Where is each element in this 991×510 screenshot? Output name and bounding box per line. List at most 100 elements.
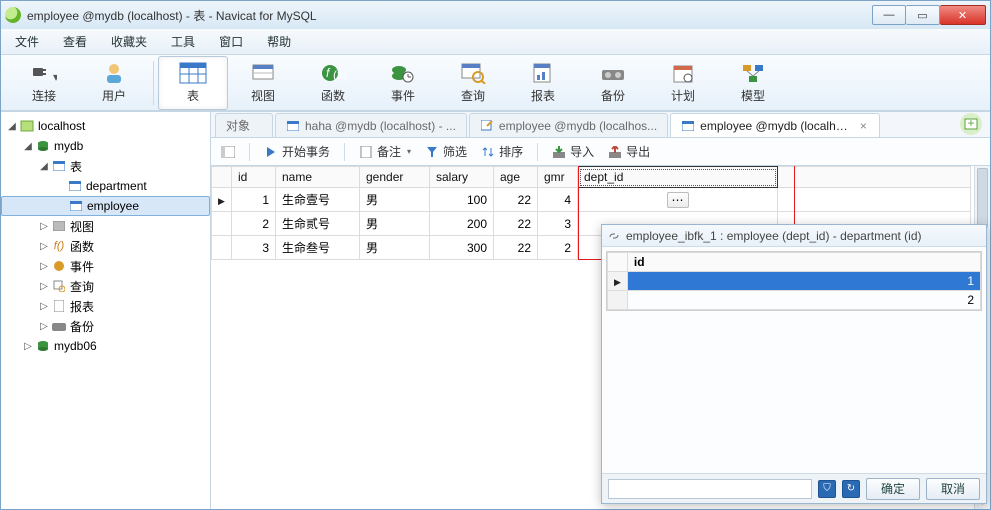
tree-tables[interactable]: ◢表 (1, 156, 210, 176)
cell-name[interactable]: 生命壹号 (276, 188, 360, 212)
memo-button[interactable]: 备注▾ (359, 143, 411, 160)
popup-ok-button[interactable]: 确定 (866, 478, 920, 500)
menu-view[interactable]: 查看 (51, 29, 99, 54)
tool-schedule[interactable]: 计划 (648, 56, 718, 110)
popup-refresh-icon[interactable]: ↻ (842, 480, 860, 498)
func-icon: f() (51, 239, 67, 253)
tool-func[interactable]: f(x) 函数 (298, 56, 368, 110)
cell-id[interactable]: 2 (232, 212, 276, 236)
tool-event[interactable]: 事件 (368, 56, 438, 110)
tree-table-department[interactable]: department (1, 176, 210, 196)
filter-button[interactable]: 筛选 (425, 143, 467, 160)
cell-salary[interactable]: 200 (430, 212, 494, 236)
sort-button[interactable]: 排序 (481, 143, 523, 160)
tree-events[interactable]: ▷事件 (1, 256, 210, 276)
popup-table[interactable]: id 1 2 (606, 251, 982, 311)
tree-table-employee[interactable]: employee (1, 196, 210, 216)
popup-title: employee_ibfk_1 : employee (dept_id) - d… (626, 229, 922, 243)
tree-host[interactable]: ◢localhost (1, 116, 210, 136)
tool-report[interactable]: 报表 (508, 56, 578, 110)
tree-funcs[interactable]: ▷f()函数 (1, 236, 210, 256)
popup-row[interactable]: 2 (608, 291, 981, 310)
cell-age[interactable]: 22 (494, 236, 538, 260)
tool-view[interactable]: 视图 (228, 56, 298, 110)
tool-user[interactable]: 用户 (79, 56, 149, 110)
popup-row[interactable]: 1 (608, 272, 981, 291)
database-icon (35, 339, 51, 353)
cell-age[interactable]: 22 (494, 212, 538, 236)
tab-employee-1[interactable]: employee @mydb (localhos... (469, 113, 668, 137)
svg-text:▾: ▾ (53, 70, 57, 84)
cell-dept-id[interactable]: ⋯ (578, 188, 778, 212)
cell-salary[interactable]: 300 (430, 236, 494, 260)
tool-connect[interactable]: ▾ 连接 (9, 56, 79, 110)
tree-backups[interactable]: ▷备份 (1, 316, 210, 336)
popup-col-id[interactable]: id (627, 253, 980, 272)
minimize-button[interactable]: — (872, 5, 906, 25)
tree-reports-label: 报表 (70, 298, 94, 315)
menu-fav[interactable]: 收藏夹 (99, 29, 159, 54)
model-icon (739, 61, 767, 85)
cell-name[interactable]: 生命贰号 (276, 212, 360, 236)
tool-view-label: 视图 (251, 87, 275, 104)
tab-employee-2[interactable]: employee @mydb (localhos...× (670, 113, 880, 137)
cell-gmr[interactable]: 2 (538, 236, 578, 260)
fk-picker-button[interactable]: ⋯ (667, 192, 689, 208)
import-button[interactable]: 导入 (552, 143, 594, 160)
tree-queries[interactable]: ▷查询 (1, 276, 210, 296)
popup-search-input[interactable] (608, 479, 812, 499)
maximize-button[interactable]: ▭ (906, 5, 940, 25)
col-gmr[interactable]: gmr (538, 167, 578, 188)
tool-table[interactable]: 表 (158, 56, 228, 110)
col-salary[interactable]: salary (430, 167, 494, 188)
popup-cell[interactable]: 1 (627, 272, 980, 291)
cell-gender[interactable]: 男 (360, 236, 430, 260)
row-header-corner (212, 167, 232, 188)
menu-help[interactable]: 帮助 (255, 29, 303, 54)
cell-salary[interactable]: 100 (430, 188, 494, 212)
cell-gender[interactable]: 男 (360, 212, 430, 236)
tree-db-mydb[interactable]: ◢mydb (1, 136, 210, 156)
database-icon (35, 139, 51, 153)
view-icon (249, 61, 277, 85)
tool-table-label: 表 (187, 87, 199, 104)
cell-gmr[interactable]: 3 (538, 212, 578, 236)
col-age[interactable]: age (494, 167, 538, 188)
close-button[interactable]: ✕ (940, 5, 986, 25)
col-name[interactable]: name (276, 167, 360, 188)
col-id[interactable]: id (232, 167, 276, 188)
tab-close-icon[interactable]: × (858, 119, 870, 133)
clock-icon (389, 61, 417, 85)
cell-id[interactable]: 1 (232, 188, 276, 212)
toggle-panel-button[interactable] (221, 145, 235, 159)
col-dept-id[interactable]: dept_id (578, 167, 778, 188)
connection-tree[interactable]: ◢localhost ◢mydb ◢表 department employee … (1, 112, 211, 509)
tab-objects[interactable]: 对象 (215, 113, 273, 137)
scroll-thumb[interactable] (977, 168, 988, 228)
menu-window[interactable]: 窗口 (207, 29, 255, 54)
popup-filter-icon[interactable]: ⛉ (818, 480, 836, 498)
cell-name[interactable]: 生命叁号 (276, 236, 360, 260)
event-icon (51, 259, 67, 273)
grid-row[interactable]: 1 生命壹号 男 100 22 4 ⋯ (212, 188, 971, 212)
tool-query[interactable]: 查询 (438, 56, 508, 110)
cell-gender[interactable]: 男 (360, 188, 430, 212)
tool-model[interactable]: 模型 (718, 56, 788, 110)
begin-transaction-button[interactable]: 开始事务 (264, 143, 330, 160)
popup-cancel-button[interactable]: 取消 (926, 478, 980, 500)
new-tab-button[interactable]: + (960, 113, 982, 135)
tool-backup[interactable]: 备份 (578, 56, 648, 110)
cell-age[interactable]: 22 (494, 188, 538, 212)
col-gender[interactable]: gender (360, 167, 430, 188)
tree-reports[interactable]: ▷报表 (1, 296, 210, 316)
menu-tools[interactable]: 工具 (159, 29, 207, 54)
function-icon: f(x) (319, 61, 347, 85)
cell-gmr[interactable]: 4 (538, 188, 578, 212)
cell-id[interactable]: 3 (232, 236, 276, 260)
tab-haha[interactable]: haha @mydb (localhost) - ... (275, 113, 467, 137)
export-button[interactable]: 导出 (608, 143, 650, 160)
menu-file[interactable]: 文件 (3, 29, 51, 54)
popup-cell[interactable]: 2 (627, 291, 980, 310)
tree-views[interactable]: ▷视图 (1, 216, 210, 236)
tree-db-mydb06[interactable]: ▷mydb06 (1, 336, 210, 356)
